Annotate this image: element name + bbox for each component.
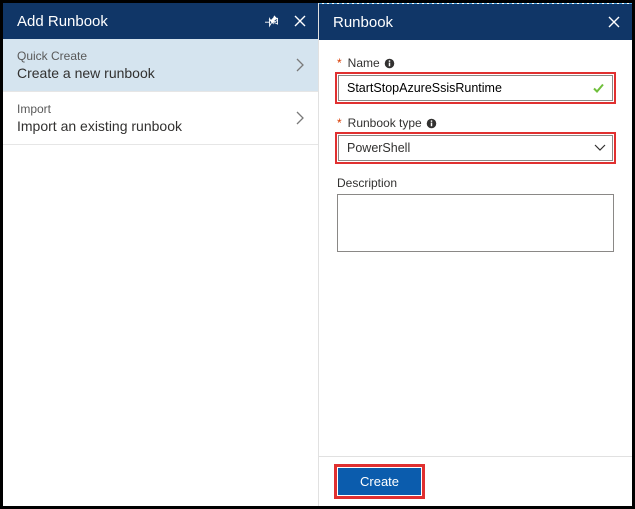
add-runbook-option-list: Quick Create Create a new runbook Import… [3,39,318,145]
required-asterisk: * [337,56,342,70]
create-button-highlight: Create [337,467,422,496]
chevron-right-icon [296,111,304,125]
option-import[interactable]: Import Import an existing runbook [3,92,318,145]
name-input-highlight [337,74,614,102]
form-footer: Create [319,456,632,506]
window-frame: Add Runbook Quick Create Create a new ru… [0,0,635,509]
option-desc: Create a new runbook [17,65,296,81]
required-asterisk: * [337,116,342,130]
runbook-form: * Name * [319,40,632,456]
option-label: Import [17,102,296,116]
info-icon[interactable] [426,118,437,129]
pin-icon[interactable] [264,13,280,29]
runbook-panel: Runbook * Name [319,3,632,506]
runbook-title: Runbook [333,14,594,31]
type-select-highlight: PowerShell [337,134,614,162]
field-description: Description [337,176,614,255]
option-label: Quick Create [17,49,296,63]
option-desc: Import an existing runbook [17,118,296,134]
add-runbook-title: Add Runbook [17,13,252,30]
add-runbook-panel: Add Runbook Quick Create Create a new ru… [3,3,319,506]
name-input[interactable] [338,75,613,101]
type-select[interactable]: PowerShell [338,135,613,161]
runbook-header: Runbook [319,4,632,40]
description-textarea[interactable] [337,194,614,252]
type-select-value: PowerShell [347,141,410,155]
close-icon[interactable] [606,14,622,30]
type-label-row: * Runbook type [337,116,614,130]
desc-label-row: Description [337,176,614,190]
desc-label: Description [337,176,397,190]
field-name: * Name [337,56,614,102]
option-quick-create[interactable]: Quick Create Create a new runbook [3,39,318,92]
type-label: Runbook type [348,116,422,130]
name-label-row: * Name [337,56,614,70]
name-label: Name [348,56,380,70]
chevron-down-icon [594,144,606,152]
info-icon[interactable] [384,58,395,69]
create-button[interactable]: Create [338,468,421,495]
close-icon[interactable] [292,13,308,29]
field-type: * Runbook type PowerShell [337,116,614,162]
add-runbook-header: Add Runbook [3,3,318,39]
chevron-right-icon [296,58,304,72]
